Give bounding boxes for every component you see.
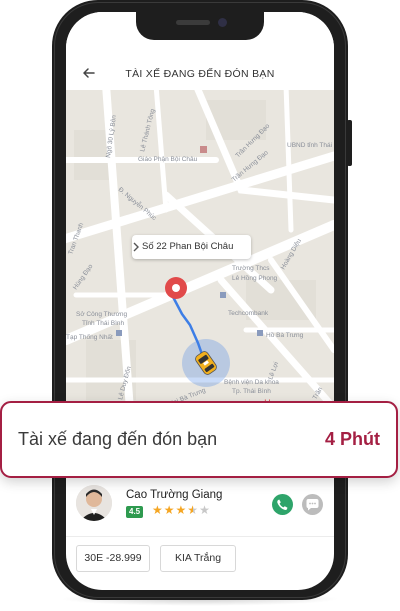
eta-card: Tài xế đang đến đón bạn 4 Phút — [0, 401, 398, 478]
map-label: Sở Công Thương — [76, 310, 127, 318]
map-label: Techcombank — [228, 310, 269, 317]
map-label: Hồ Bà Trưng — [266, 330, 304, 339]
map-label: Tp. Thái Bình — [232, 388, 271, 395]
call-button[interactable] — [272, 494, 293, 515]
star-icon: ★ — [163, 503, 176, 517]
map-label: Tạp Thống Nhất — [66, 332, 113, 341]
car-model: KIA Trắng — [160, 545, 236, 572]
driver-photo — [76, 485, 112, 521]
map-label: Tỉnh Thái Bình — [82, 319, 125, 327]
rating-stars: ★★★★★ — [152, 503, 211, 517]
rating-badge: 4.5 — [126, 506, 144, 518]
phone-camera — [218, 18, 227, 27]
poi-icon — [257, 330, 263, 336]
star-half-icon: ★ — [187, 503, 200, 517]
pickup-address: Số 22 Phan Bội Châu — [142, 241, 234, 252]
avatar — [76, 485, 112, 521]
eta-message: Tài xế đang đến đón bạn — [18, 429, 218, 449]
map-view[interactable]: Ngõ 30 Lý Bôn Lê Thánh Tông Giáo Phận Bộ… — [66, 90, 334, 410]
driver-info: Cao Trường Giang 4.5 ★★★★★ — [66, 478, 334, 536]
phone-icon — [277, 499, 288, 510]
divider — [66, 536, 334, 537]
chat-bubble-icon — [306, 499, 319, 511]
star-icon: ★ — [199, 503, 211, 517]
chevron-right-icon — [133, 242, 139, 252]
poi-icon — [220, 292, 226, 298]
star-icon: ★ — [152, 503, 164, 517]
poi-icon — [200, 146, 207, 153]
map-label: Lê Hồng Phong — [232, 273, 278, 282]
poi-icon — [116, 330, 122, 336]
eta-time: 4 Phút — [324, 429, 380, 449]
taxi-car-icon — [182, 339, 230, 387]
page-title: TÀI XẾ ĐANG ĐẾN ĐÓN BẠN — [125, 68, 275, 80]
map-label: Giáo Phận Bội Châu — [138, 156, 198, 163]
plate-number: 30E -28.999 — [76, 545, 150, 572]
map-label: Trường Thcs — [232, 265, 270, 272]
driver-name: Cao Trường Giang — [126, 489, 223, 501]
map-label: UBND tỉnh Thái — [287, 141, 332, 149]
star-icon: ★ — [175, 503, 188, 517]
phone-speaker — [176, 20, 210, 25]
pickup-address-bubble[interactable]: Số 22 Phan Bội Châu — [132, 235, 252, 259]
map-pin-icon — [165, 277, 187, 299]
chat-button[interactable] — [302, 494, 323, 515]
phone-notch — [136, 12, 264, 40]
